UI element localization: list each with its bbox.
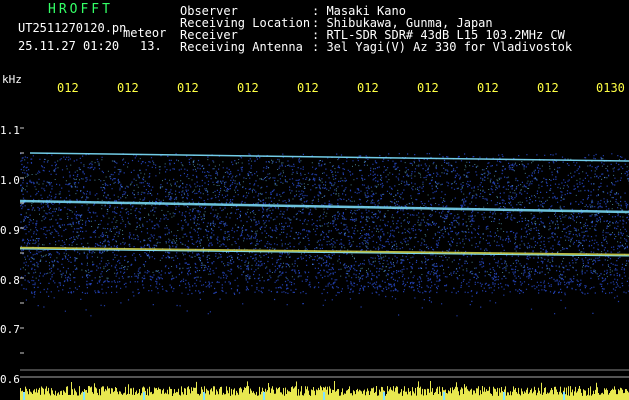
minute-marker [263, 392, 265, 400]
minute-marker [83, 392, 85, 400]
time-tick-label: 0130 [596, 81, 625, 95]
time-tick-label: 012 [57, 81, 79, 95]
time-tick-label: 012 [417, 81, 439, 95]
axis-unit: kHz [2, 73, 22, 86]
detection-count: 13. [140, 39, 162, 53]
minute-marker [443, 392, 445, 400]
date-time: 25.11.27 01:20 [18, 39, 120, 53]
time-tick-label: 012 [297, 81, 319, 95]
minute-marker [323, 392, 325, 400]
app-title: HROFFT [48, 2, 113, 17]
spectrogram [20, 98, 629, 400]
time-tick-label: 012 [117, 81, 139, 95]
time-tick-label: 012 [537, 81, 559, 95]
y-tick-label: 0.8 [0, 274, 20, 287]
minute-marker [503, 392, 505, 400]
minute-marker [563, 392, 565, 400]
minute-marker [383, 392, 385, 400]
time-tick-label: 012 [177, 81, 199, 95]
time-tick-label: 012 [477, 81, 499, 95]
carrier-band-lower [20, 246, 629, 257]
hrofft-window: HROFFT UT2511270120.pn meteor 25.11.27 0… [0, 0, 629, 400]
noise-cloud [20, 153, 629, 317]
y-tick-label: 0.7 [0, 323, 20, 336]
minute-marker [203, 392, 205, 400]
antenna-key: Receiving Antenna [180, 40, 303, 54]
carrier-line-top [29, 152, 629, 162]
y-tick-label: 1.0 [0, 174, 20, 187]
file-name: UT2511270120.pn [18, 21, 127, 35]
spectrogram-canvas [20, 127, 629, 400]
carrier-band-lower-core [20, 248, 629, 257]
y-tick-label: 0.9 [0, 224, 20, 237]
y-tick-label: 1.1 [0, 124, 20, 137]
minute-marker [143, 392, 145, 400]
antenna-value: : 3el Yagi(V) Az 330 for Vladivostok [312, 40, 573, 54]
y-tick-label: 0.6 [0, 373, 20, 386]
time-tick-label: 012 [357, 81, 379, 95]
minute-marker [23, 392, 25, 400]
mode-label: meteor [123, 26, 167, 40]
time-tick-label: 012 [237, 81, 259, 95]
